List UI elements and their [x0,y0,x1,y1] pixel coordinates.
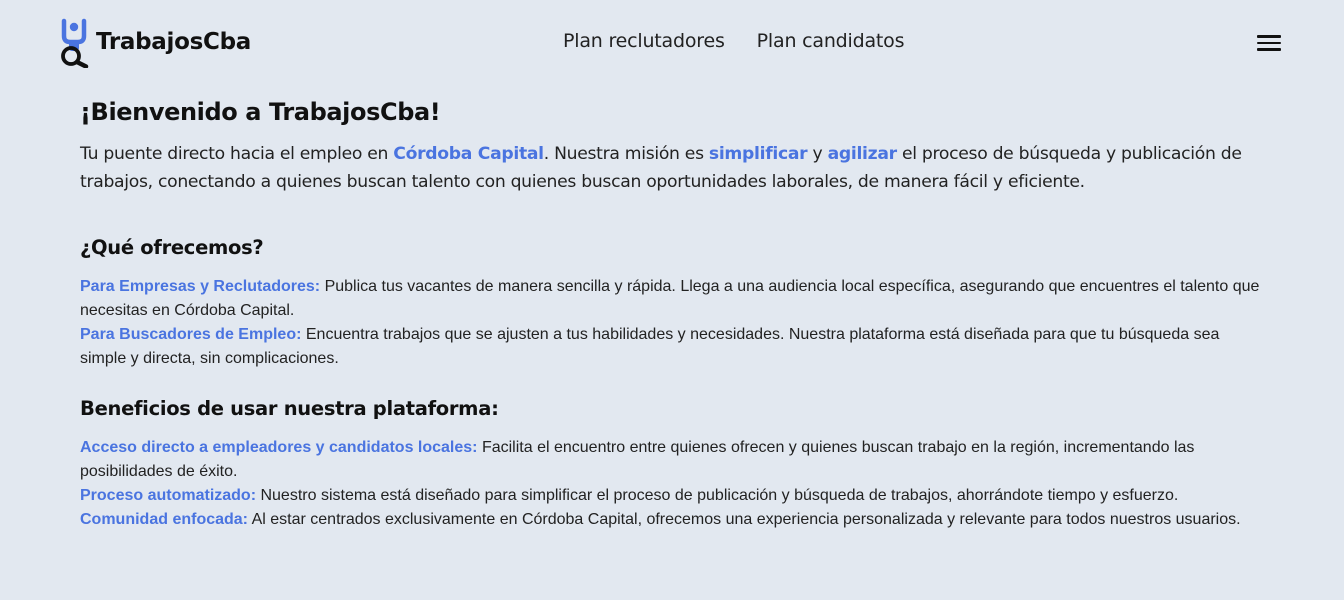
offer-list: Para Empresas y Reclutadores: Publica tu… [80,275,1260,371]
list-item: Comunidad enfocada: Al estar centrados e… [80,508,1260,532]
main-content: ¡Bienvenido a TrabajosCba! Tu puente dir… [80,98,1260,532]
item-label: Acceso directo a empleadores y candidato… [80,439,478,456]
welcome-intro: Tu puente directo hacia el empleo en Cór… [80,140,1260,196]
welcome-title: ¡Bienvenido a TrabajosCba! [80,98,441,126]
list-item: Acceso directo a empleadores y candidato… [80,436,1260,484]
main-nav: Plan reclutadores Plan candidatos [563,30,904,52]
list-item: Para Empresas y Reclutadores: Publica tu… [80,275,1260,323]
brand-name: TrabajosCba [96,29,251,55]
highlight-agilizar: agilizar [827,144,898,164]
intro-text: . Nuestra misión es [543,144,709,164]
menu-bar [1257,48,1281,51]
menu-bar [1257,35,1281,38]
item-label: Proceso automatizado: [80,487,257,504]
item-label: Comunidad enfocada: [80,511,249,528]
item-text: Al estar centrados exclusivamente en Cór… [248,511,1241,528]
highlight-simplificar: simplificar [708,144,808,164]
nav-plan-candidatos[interactable]: Plan candidatos [757,30,905,52]
site-header: TrabajosCba Plan reclutadores Plan candi… [0,0,1344,86]
list-item: Proceso automatizado: Nuestro sistema es… [80,484,1260,508]
intro-text: y [807,144,828,164]
item-label: Para Empresas y Reclutadores: [80,278,321,295]
menu-bar [1257,41,1281,45]
intro-text: Tu puente directo hacia el empleo en [80,144,394,164]
highlight-cordoba: Córdoba Capital [393,144,544,164]
list-item: Para Buscadores de Empleo: Encuentra tra… [80,323,1260,371]
item-text: Nuestro sistema está diseñado para simpl… [256,487,1179,504]
hamburger-menu-icon[interactable] [1255,33,1283,53]
offer-title: ¿Qué ofrecemos? [80,236,264,259]
benefits-list: Acceso directo a empleadores y candidato… [80,436,1260,532]
benefits-title: Beneficios de usar nuestra plataforma: [80,397,499,420]
nav-plan-reclutadores[interactable]: Plan reclutadores [563,30,725,52]
person-search-icon [61,18,89,68]
brand-logo-link[interactable]: TrabajosCba [56,18,251,68]
item-label: Para Buscadores de Empleo: [80,326,302,343]
